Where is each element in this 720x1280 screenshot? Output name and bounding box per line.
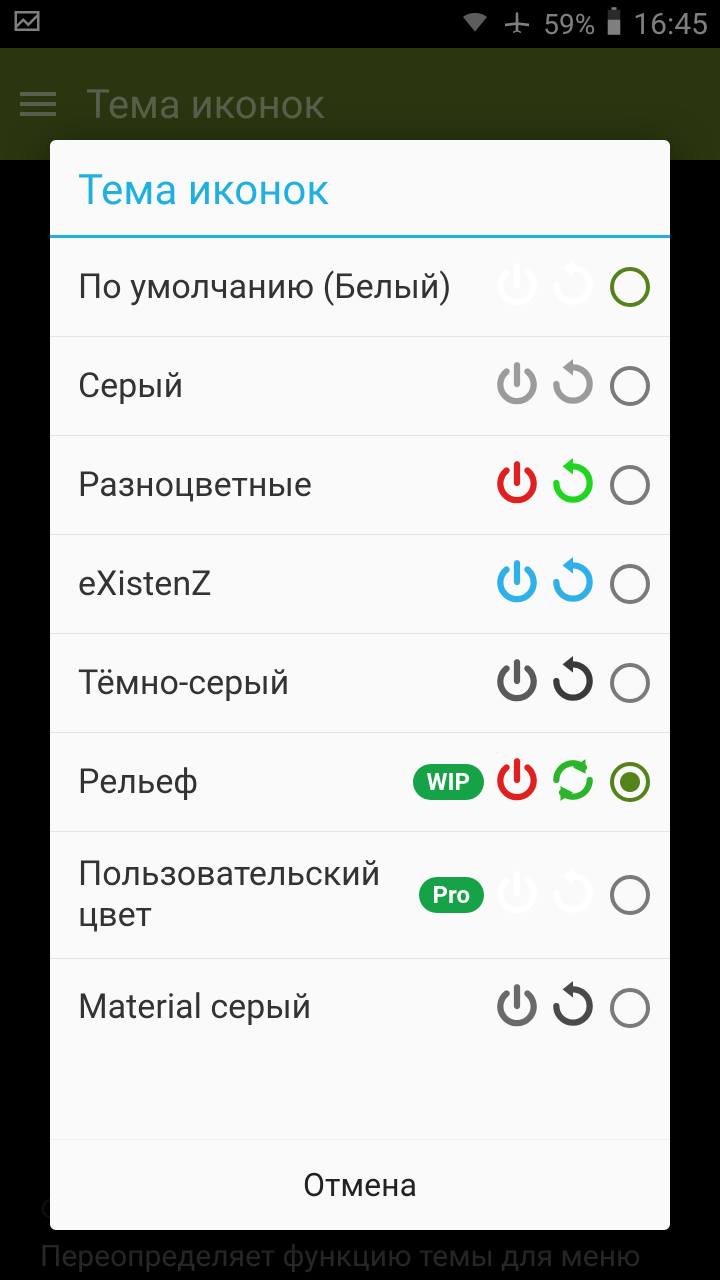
power-icon [492,981,542,1035]
restart-icon [548,359,598,413]
restart-icon [548,458,598,512]
theme-preview-icons [492,458,598,512]
theme-option-label: eXistenZ [78,564,492,605]
theme-preview-icons [492,656,598,710]
theme-option-label: Тёмно-серый [78,663,492,704]
power-icon [492,656,542,710]
icon-theme-dialog: Тема иконок По умолчанию (Белый) Серый Раз… [50,140,670,1230]
theme-preview-icons [492,260,598,314]
restart-icon [548,260,598,314]
radio-button[interactable] [610,762,650,802]
power-icon [492,260,542,314]
dialog-list: По умолчанию (Белый) Серый Разноцветные eXi… [50,238,670,1139]
theme-option-row[interactable]: eXistenZ [50,535,670,634]
theme-option-row[interactable]: Серый [50,337,670,436]
power-icon [492,458,542,512]
radio-button[interactable] [610,663,650,703]
radio-button[interactable] [610,988,650,1028]
power-icon [492,868,542,922]
badge: Pro [419,877,484,913]
cancel-button[interactable]: Отмена [50,1139,670,1230]
radio-button[interactable] [610,875,650,915]
theme-option-label: Рельеф [78,762,413,803]
theme-preview-icons [492,359,598,413]
theme-preview-icons [492,557,598,611]
theme-option-row[interactable]: Разноцветные [50,436,670,535]
badge: WIP [413,764,485,800]
dialog-title: Тема иконок [50,140,670,238]
restart-icon [548,868,598,922]
theme-option-row[interactable]: РельефWIP [50,733,670,832]
restart-icon [548,656,598,710]
theme-preview-icons [492,755,598,809]
power-icon [492,359,542,413]
theme-preview-icons [492,981,598,1035]
radio-button[interactable] [610,465,650,505]
theme-option-label: Серый [78,366,492,407]
radio-button[interactable] [610,366,650,406]
theme-option-label: Material серый [78,987,492,1028]
theme-option-label: По умолчанию (Белый) [78,267,492,308]
theme-option-label: Пользовательский цвет [78,854,419,936]
restart-icon [548,557,598,611]
sync-icon [548,755,598,809]
theme-option-row[interactable]: Material серый [50,959,670,1057]
theme-option-row[interactable]: Пользовательский цветPro [50,832,670,959]
power-icon [492,755,542,809]
power-icon [492,557,542,611]
theme-preview-icons [492,868,598,922]
theme-option-label: Разноцветные [78,465,492,506]
restart-icon [548,981,598,1035]
theme-option-row[interactable]: Тёмно-серый [50,634,670,733]
radio-button[interactable] [610,564,650,604]
theme-option-row[interactable]: По умолчанию (Белый) [50,238,670,337]
radio-button[interactable] [610,267,650,307]
